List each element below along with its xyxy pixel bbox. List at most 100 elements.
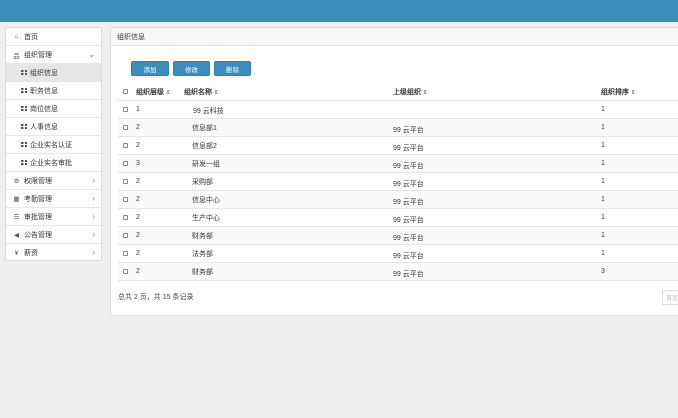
table-row[interactable]: 2 信息中心 99 云平台 1: [118, 191, 678, 209]
sidebar-item-org-info[interactable]: 组织信息: [6, 64, 101, 82]
sidebar-item-permission-management[interactable]: ⚙ 权限管理 ›: [6, 172, 101, 190]
table-row[interactable]: 2 信息部2 99 云平台 1: [118, 137, 678, 155]
page-title: 组织信息: [117, 33, 145, 41]
row-checkbox[interactable]: [123, 143, 128, 148]
cell-parent: 99 云平台: [393, 198, 424, 206]
sidebar-item-label: 权限管理: [24, 177, 52, 185]
delete-button[interactable]: 删除: [214, 61, 251, 76]
cell-order: 3: [601, 268, 605, 275]
cell-parent: 99 云平台: [393, 252, 424, 260]
table-row[interactable]: 3 研发一组 99 云平台 1: [118, 155, 678, 173]
cell-name: 99 云科技: [193, 107, 224, 115]
add-button[interactable]: 添加: [131, 61, 169, 76]
row-checkbox[interactable]: [123, 161, 128, 166]
sidebar-item-label: 企业实名认证: [30, 141, 72, 149]
row-checkbox[interactable]: [123, 197, 128, 202]
row-checkbox[interactable]: [123, 107, 128, 112]
sidebar-item-attendance-management[interactable]: ▦ 考勤管理 ›: [6, 190, 101, 208]
table-row[interactable]: 2 信息部1 99 云平台 1: [118, 119, 678, 137]
grid-icon: [21, 70, 27, 75]
column-header-name[interactable]: 组织名称 ⇕: [184, 87, 219, 97]
sidebar-item-org-management[interactable]: 品 组织管理 ⌄: [6, 46, 101, 64]
cell-name: 法务部: [192, 250, 213, 258]
sidebar-item-salary[interactable]: ¥ 薪资 ›: [6, 244, 101, 262]
cell-parent: 99 云平台: [393, 180, 424, 188]
grid-icon: [21, 160, 27, 165]
sidebar-item-label: 考勤管理: [24, 195, 52, 203]
sidebar-item-label: 薪资: [24, 250, 38, 257]
cell-order: 1: [601, 250, 605, 257]
cell-order: 1: [601, 124, 605, 131]
cell-parent: 99 云平台: [393, 162, 424, 170]
grid-icon: [21, 124, 27, 129]
cell-level: 2: [136, 268, 140, 275]
row-checkbox[interactable]: [123, 251, 128, 256]
sidebar-item-personnel-info[interactable]: 人事信息: [6, 118, 101, 136]
table-row[interactable]: 2 采购部 99 云平台 1: [118, 173, 678, 191]
chevron-down-icon: ⌄: [88, 50, 95, 59]
column-header-parent[interactable]: 上级组织 ⇕: [393, 87, 428, 97]
select-all-checkbox[interactable]: [123, 89, 128, 94]
sort-icon: ⇕: [214, 89, 219, 96]
home-icon: ⌂: [14, 33, 19, 40]
sidebar-item-enterprise-verification[interactable]: 企业实名认证: [6, 136, 101, 154]
cell-order: 1: [601, 178, 605, 185]
chevron-right-icon: ›: [92, 230, 95, 239]
cell-order: 1: [601, 160, 605, 167]
row-checkbox[interactable]: [123, 215, 128, 220]
chevron-right-icon: ›: [92, 248, 95, 257]
edit-button[interactable]: 修改: [173, 61, 210, 76]
cell-order: 1: [601, 142, 605, 149]
row-checkbox[interactable]: [123, 125, 128, 130]
row-checkbox[interactable]: [123, 269, 128, 274]
sidebar-item-position-info[interactable]: 职务信息: [6, 82, 101, 100]
cell-order: 1: [601, 196, 605, 203]
sidebar-item-label: 审批管理: [24, 213, 52, 221]
grid-icon: [21, 106, 27, 111]
org-table: 组织层级 ⇕ 组织名称 ⇕ 上级组织 ⇕ 组织排序 ⇕ 1 99 云科技 1 2 信息部1 99 …: [118, 83, 678, 281]
sidebar-item-label: 岗位信息: [30, 105, 58, 113]
column-header-label: 上级组织: [393, 88, 421, 96]
cell-name: 研发一组: [192, 160, 220, 168]
cell-name: 信息中心: [192, 196, 220, 204]
cell-level: 2: [136, 250, 140, 257]
main-panel: 组织信息 添加 修改 删除 组织层级 ⇕ 组织名称 ⇕ 上级组织 ⇕ 组织排序 ⇕ 19…: [110, 27, 678, 316]
row-checkbox[interactable]: [123, 233, 128, 238]
sort-icon: ⇕: [423, 89, 428, 96]
table-row[interactable]: 2 财务部 99 云平台 1: [118, 227, 678, 245]
cell-name: 财务部: [192, 268, 213, 276]
column-header-order[interactable]: 组织排序 ⇕: [601, 87, 636, 97]
table-row[interactable]: 2 生产中心 99 云平台 1: [118, 209, 678, 227]
cell-order: 1: [601, 232, 605, 239]
column-header-label: 组织名称: [184, 88, 212, 96]
calendar-icon: ▦: [13, 195, 20, 203]
cell-level: 3: [136, 160, 140, 167]
sidebar-item-notice-management[interactable]: ◀ 公告管理 ›: [6, 226, 101, 244]
cell-level: 2: [136, 196, 140, 203]
cell-name: 生产中心: [192, 214, 220, 222]
sidebar-item-label: 企业实名审批: [30, 159, 72, 167]
sidebar-item-enterprise-approval[interactable]: 企业实名审批: [6, 154, 101, 172]
sidebar-item-approval-management[interactable]: ☰ 审批管理 ›: [6, 208, 101, 226]
cell-level: 2: [136, 124, 140, 131]
sort-icon: ⇕: [631, 89, 636, 96]
table-row[interactable]: 2 财务部 99 云平台 3: [118, 263, 678, 281]
list-icon: ☰: [13, 213, 20, 221]
column-header-level[interactable]: 组织层级 ⇕: [136, 87, 171, 97]
sidebar-item-label: 组织信息: [30, 69, 58, 77]
table-header-row: 组织层级 ⇕ 组织名称 ⇕ 上级组织 ⇕ 组织排序 ⇕: [118, 83, 678, 101]
sidebar-item-label: 公告管理: [24, 231, 52, 239]
pagination-summary: 总共 2 页，共 15 条记录: [118, 294, 194, 301]
cell-name: 采购部: [192, 178, 213, 186]
cell-name: 信息部1: [192, 124, 217, 132]
table-row[interactable]: 2 法务部 99 云平台 1: [118, 245, 678, 263]
pagination-first-button[interactable]: 首页: [662, 290, 678, 305]
row-checkbox[interactable]: [123, 179, 128, 184]
sidebar-item-post-info[interactable]: 岗位信息: [6, 100, 101, 118]
sidebar-item-home[interactable]: ⌂ 首页: [6, 28, 101, 46]
bullhorn-icon: ◀: [14, 231, 19, 239]
chevron-right-icon: ›: [92, 176, 95, 185]
cell-level: 1: [136, 106, 140, 113]
table-row[interactable]: 1 99 云科技 1: [118, 101, 678, 119]
top-header-bar: [0, 0, 678, 22]
